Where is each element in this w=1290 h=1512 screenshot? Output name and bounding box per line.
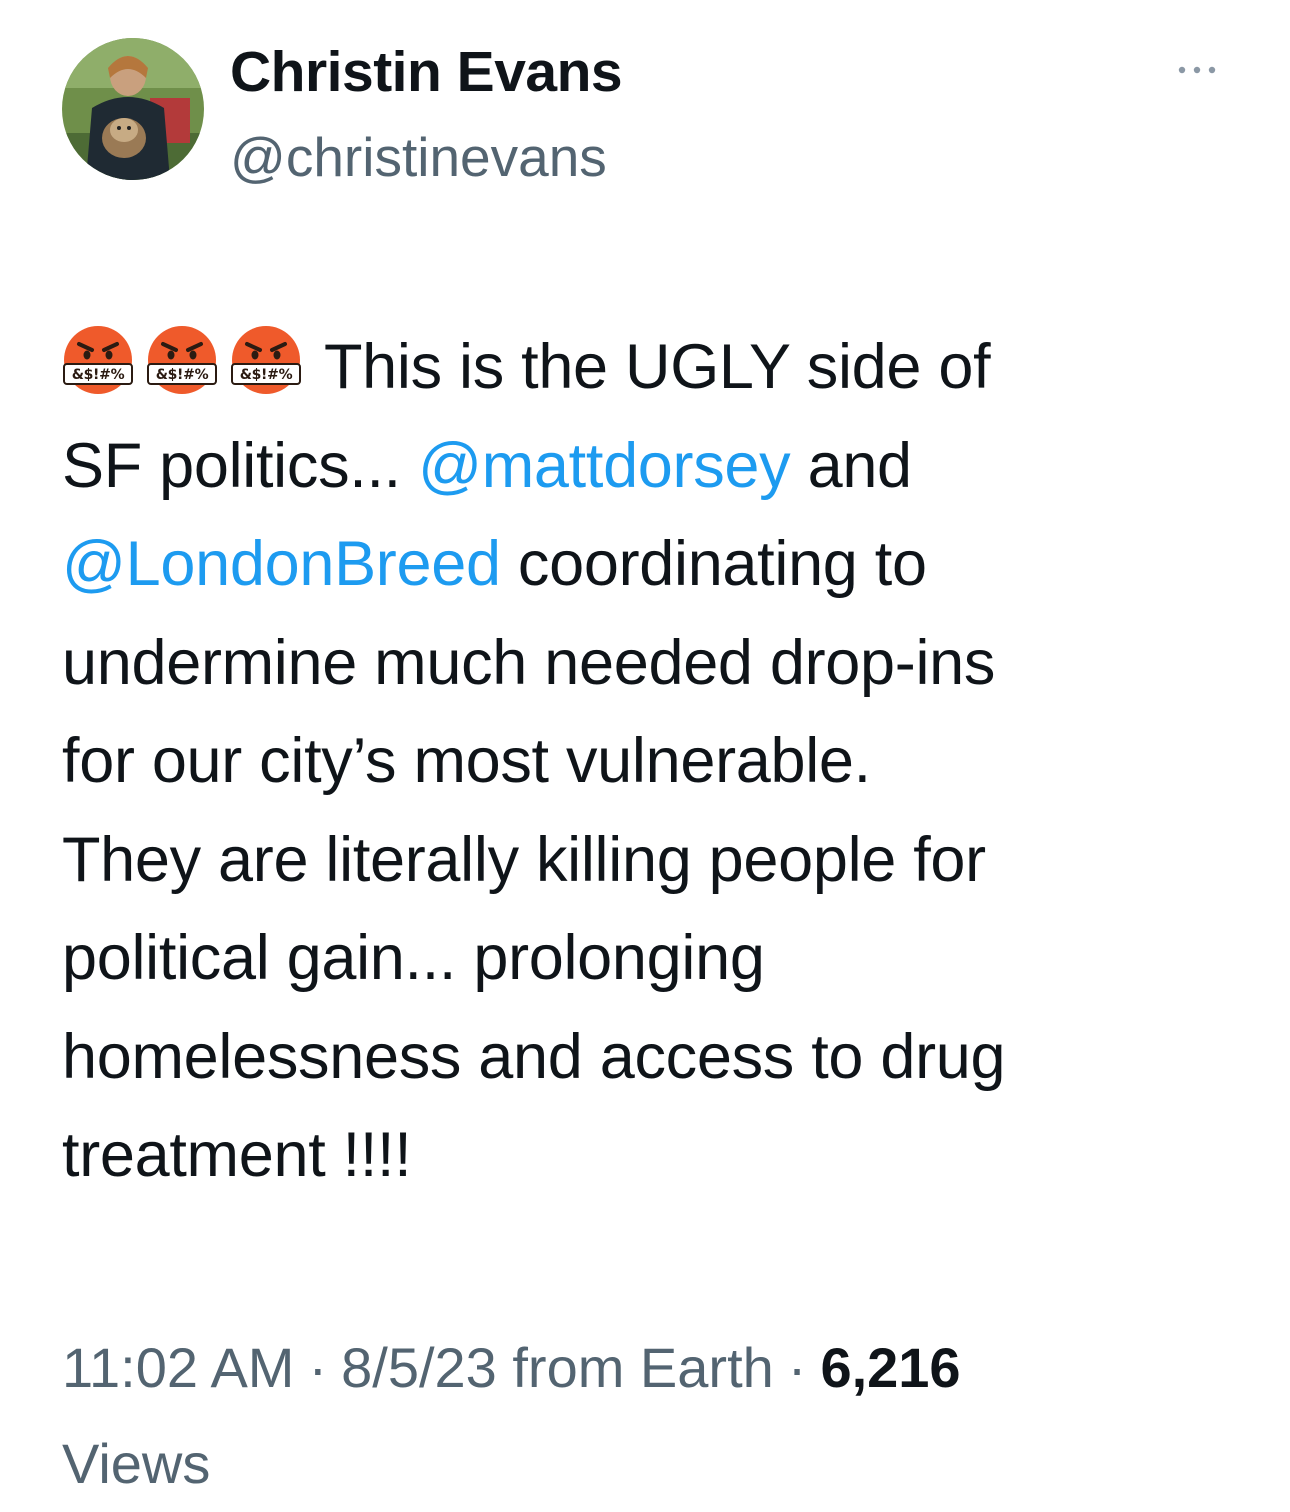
tweet-text: &$!#% &$!#% &$!#% This is the UGLY side …: [62, 318, 1242, 1205]
svg-text:&$!#%: &$!#%: [156, 367, 209, 383]
tweet-timestamp-date[interactable]: 8/5/23: [341, 1336, 497, 1399]
separator-dot: ·: [787, 1336, 807, 1399]
mention-link-mattdorsey[interactable]: @mattdorsey: [418, 431, 791, 501]
author-display-name[interactable]: Christin Evans: [230, 38, 623, 106]
tweet-line-7: political gain... prolonging: [62, 923, 765, 993]
tweet-line-6: They are literally killing people for: [62, 824, 986, 895]
profile-photo-icon: [62, 38, 204, 180]
tweet-line-5: for our city’s most vulnerable.: [62, 726, 871, 796]
views-label[interactable]: Views: [62, 1432, 210, 1495]
tweet-metadata: 11:02 AM · 8/5/23 from Earth · 6,216 Views: [62, 1320, 1242, 1512]
svg-text:&$!#%: &$!#%: [240, 367, 293, 383]
separator-dot: ·: [308, 1336, 328, 1399]
tweet-text-segment: and: [790, 430, 913, 501]
more-dots-icon: [1178, 66, 1216, 74]
tweet-line-4: undermine much needed drop-ins: [62, 627, 996, 698]
author-avatar[interactable]: [62, 38, 204, 180]
views-count[interactable]: 6,216: [820, 1336, 960, 1399]
more-options-icon[interactable]: [1168, 55, 1230, 85]
tweet-line-1: &$!#% &$!#% &$!#% This is the UGLY side …: [62, 318, 1242, 417]
tweet-text-segment: SF politics...: [62, 430, 419, 501]
tweet-meta-line-1: 11:02 AM · 8/5/23 from Earth · 6,216: [62, 1320, 1242, 1416]
pouting-face-with-symbols-icon: &$!#%: [230, 324, 302, 396]
tweet-line-2: SF politics... @mattdorsey and: [62, 417, 1242, 516]
pouting-face-with-symbols-icon: &$!#%: [62, 324, 134, 396]
tweet-timestamp-time[interactable]: 11:02 AM: [62, 1336, 294, 1399]
svg-text:&$!#%: &$!#%: [72, 367, 125, 383]
pouting-face-with-symbols-icon: &$!#%: [146, 324, 218, 396]
tweet-text-segment: This is the UGLY side of: [324, 332, 991, 402]
tweet-text-segment: coordinating to: [500, 529, 927, 599]
tweet-meta-line-2: Views: [62, 1416, 1242, 1512]
tweet-source: from Earth: [512, 1336, 774, 1399]
mention-link-londonbreed[interactable]: @LondonBreed: [62, 529, 501, 599]
tweet-card: Christin Evans @christinevans &$!#% &$!#…: [0, 0, 1290, 1499]
author-handle[interactable]: @christinevans: [230, 124, 607, 190]
tweet-line-3: @LondonBreed coordinating to: [62, 515, 1242, 614]
tweet-line-9: treatment !!!!: [62, 1120, 412, 1190]
tweet-line-8: homelessness and access to drug: [62, 1021, 1006, 1092]
